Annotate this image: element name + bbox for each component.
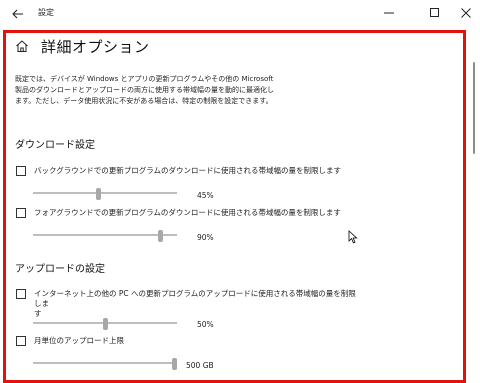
close-button[interactable] [451, 2, 480, 24]
foreground-limit-value: 90% [197, 233, 214, 242]
monthly-upload-limit-row: 月単位のアップロード上限 [16, 336, 366, 346]
window-title: 設定 [38, 8, 54, 17]
description: 既定では、デバイスが Windows とアプリの更新プログラムやその他の Mic… [15, 74, 455, 107]
slider-thumb[interactable] [158, 230, 163, 242]
background-limit-row: バックグラウンドでの更新プログラムのダウンロードに使用される帯域幅の量を制限しま… [16, 166, 366, 176]
home-icon[interactable] [15, 39, 29, 53]
background-limit-slider[interactable] [33, 188, 177, 200]
background-limit-value: 45% [197, 191, 214, 200]
title-bar: 設定 [0, 0, 480, 28]
slider-thumb[interactable] [103, 318, 108, 330]
maximize-icon [430, 8, 439, 17]
slider-track [33, 234, 177, 236]
mouse-pointer-icon [348, 230, 358, 244]
monthly-upload-limit-label: 月単位のアップロード上限 [34, 336, 124, 345]
foreground-limit-checkbox[interactable] [16, 208, 26, 218]
back-arrow-icon [12, 9, 23, 19]
back-button[interactable] [8, 4, 28, 24]
minimize-button[interactable] [374, 2, 404, 24]
page-title: 詳細オプション [41, 37, 150, 56]
background-limit-label: バックグラウンドでの更新プログラムのダウンロードに使用される帯域幅の量を制限しま… [34, 166, 341, 175]
internet-upload-limit-value: 50% [197, 320, 214, 329]
description-line: 既定では、デバイスが Windows とアプリの更新プログラムやその他の Mic… [15, 75, 274, 83]
download-section-title: ダウンロード設定 [15, 140, 95, 151]
monthly-upload-limit-slider[interactable] [33, 358, 177, 370]
slider-thumb[interactable] [96, 188, 101, 200]
description-line: ます。ただし、データ使用状況に不安がある場合は、特定の制限を設定できます。 [15, 97, 273, 105]
foreground-limit-slider[interactable] [33, 230, 177, 242]
monthly-upload-limit-value: 500 GB [186, 361, 214, 370]
upload-section-title: アップロードの設定 [15, 264, 105, 275]
scrollbar-thumb[interactable] [473, 62, 475, 154]
internet-upload-limit-slider[interactable] [33, 318, 177, 330]
monthly-upload-limit-checkbox[interactable] [16, 336, 26, 346]
internet-upload-limit-row: インターネット上の他の PC への更新プログラムのアップロードに使用される帯域幅… [16, 289, 356, 319]
foreground-limit-label: フォアグラウンドでの更新プログラムのダウンロードに使用される帯域幅の量を制限しま… [34, 208, 341, 217]
slider-track [33, 192, 177, 194]
description-line: 製品のダウンロードとアップロードの両方に使用する帯域幅の量を動的に最適化し [15, 86, 274, 94]
label-line: す [34, 309, 42, 318]
close-icon [461, 8, 471, 18]
internet-upload-limit-label: インターネット上の他の PC への更新プログラムのアップロードに使用される帯域幅… [34, 289, 356, 319]
maximize-button[interactable] [420, 2, 450, 24]
page-header: 詳細オプション [15, 34, 150, 58]
foreground-limit-row: フォアグラウンドでの更新プログラムのダウンロードに使用される帯域幅の量を制限しま… [16, 208, 366, 218]
slider-track [33, 362, 177, 364]
background-limit-checkbox[interactable] [16, 166, 26, 176]
label-line: インターネット上の他の PC への更新プログラムのアップロードに使用される帯域幅… [34, 289, 356, 308]
slider-thumb[interactable] [172, 358, 177, 370]
internet-upload-limit-checkbox[interactable] [16, 289, 26, 299]
minimize-icon [384, 12, 394, 14]
